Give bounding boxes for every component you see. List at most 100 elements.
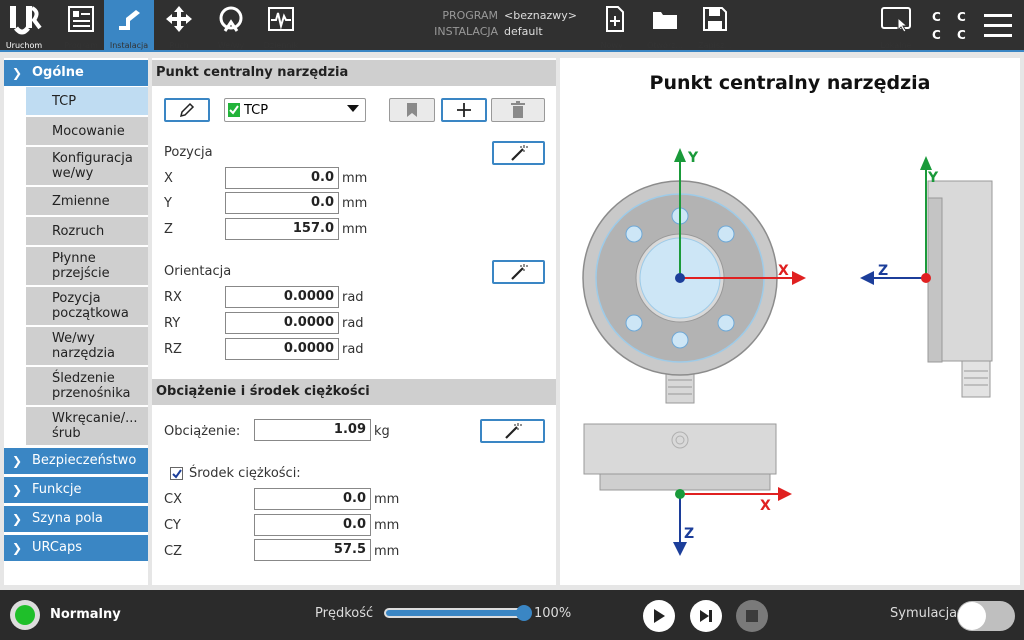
cz-unit: mm xyxy=(374,544,400,559)
nav-label-installation: Instalacja xyxy=(109,41,149,50)
rx-field[interactable]: 0.0000 xyxy=(225,286,339,308)
sidebar-item-label: Mocowanie xyxy=(52,123,125,139)
sidebar-item-conveyor-tracking[interactable]: Śledzenie przenośnika xyxy=(26,367,148,405)
open-file-label: Otwórz... xyxy=(647,41,683,50)
step-button[interactable] xyxy=(690,600,722,632)
speed-slider-handle[interactable] xyxy=(516,605,532,621)
nav-log[interactable]: Dziennik xyxy=(256,0,306,52)
local-control-icon xyxy=(881,7,911,33)
speed-label: Prędkość xyxy=(315,606,374,621)
local-control-button[interactable]: Lokalne xyxy=(870,0,922,52)
stop-icon xyxy=(746,610,758,622)
rename-tcp-button[interactable] xyxy=(164,98,210,122)
sidebar-item-features[interactable]: ❯ Funkcje xyxy=(4,477,148,503)
sidebar-item-variables[interactable]: Zmienne xyxy=(26,187,148,215)
robot-status-button[interactable] xyxy=(10,600,40,630)
speed-value: 100% xyxy=(534,606,572,621)
cy-field[interactable]: 0.0 xyxy=(254,514,371,536)
pos-z-field[interactable]: 157.0 xyxy=(225,218,339,240)
chevron-right-icon: ❯ xyxy=(12,454,23,468)
status-indicator-icon xyxy=(15,605,35,625)
sidebar-item-urcaps[interactable]: ❯ URCaps xyxy=(4,535,148,561)
nav-installation[interactable]: Instalacja xyxy=(104,0,154,52)
nav-move[interactable]: Ruch xyxy=(154,0,204,52)
cz-field[interactable]: 57.5 xyxy=(254,539,371,561)
rz-field[interactable]: 0.0000 xyxy=(225,338,339,360)
tcp-diagram-panel: Punkt centralny narzędzia Y X Y Z X Z xyxy=(560,58,1020,585)
flange-side-view xyxy=(927,180,993,398)
orientation-wizard-button[interactable] xyxy=(492,260,545,284)
tcp-select-dropdown[interactable]: TCP xyxy=(224,98,366,122)
side-y-label: Y xyxy=(927,170,939,186)
sidebar-item-label: Płynne przejście xyxy=(52,251,110,281)
nav-io[interactable]: We/wy xyxy=(206,0,256,52)
sidebar-item-label: Ogólne xyxy=(32,65,84,80)
sidebar-item-home[interactable]: Pozycja początkowa xyxy=(26,287,148,325)
payload-wizard-button[interactable] xyxy=(480,419,545,443)
sidebar-item-fieldbus[interactable]: ❯ Szyna pola xyxy=(4,506,148,532)
delete-tcp-button[interactable] xyxy=(491,98,545,122)
installation-key: INSTALACJA xyxy=(434,25,498,38)
sidebar-item-safety[interactable]: ❯ Bezpieczeństwo xyxy=(4,448,148,474)
payload-field[interactable]: 1.09 xyxy=(254,419,371,441)
payload-label: Obciążenie: xyxy=(164,424,241,439)
side-axes xyxy=(860,156,932,285)
pos-y-field[interactable]: 0.0 xyxy=(225,192,339,214)
save-file-label: Zapisz... xyxy=(698,41,732,50)
simulation-toggle-knob xyxy=(958,602,986,630)
play-button[interactable] xyxy=(643,600,675,632)
tcp-diagram: Y X Y Z X Z xyxy=(582,148,993,556)
open-file-button[interactable]: Otwórz... xyxy=(640,0,690,52)
save-file-button[interactable]: Zapisz... xyxy=(690,0,740,52)
ry-field[interactable]: 0.0000 xyxy=(225,312,339,334)
position-wizard-button[interactable] xyxy=(492,141,545,165)
pos-x-unit: mm xyxy=(342,171,368,186)
sidebar-item-label: We/wy narzędzia xyxy=(52,331,116,361)
ur-logo: Uruchom xyxy=(4,2,44,52)
hamburger-menu-button[interactable] xyxy=(982,12,1014,40)
new-file-button[interactable]: Nowy... xyxy=(590,0,640,52)
cz-label: CZ xyxy=(164,544,182,559)
sidebar-item-general[interactable]: ❯ Ogólne xyxy=(4,60,148,86)
top-axes xyxy=(673,487,792,556)
hamburger-menu-icon xyxy=(984,14,1012,37)
nav-program[interactable]: Program xyxy=(56,0,106,52)
sidebar-item-label: Pozycja początkowa xyxy=(52,291,129,321)
stop-button[interactable] xyxy=(736,600,768,632)
sidebar-item-tool-io[interactable]: We/wy narzędzia xyxy=(26,327,148,365)
nav-label-program: Program xyxy=(64,41,98,50)
simulation-toggle[interactable] xyxy=(957,601,1015,631)
chevron-right-icon: ❯ xyxy=(12,483,23,497)
sidebar-item-tcp[interactable]: TCP xyxy=(26,87,148,115)
front-x-label: X xyxy=(778,263,789,279)
sidebar-item-label: Zmienne xyxy=(52,193,110,209)
tcp-flag-icon xyxy=(228,103,240,117)
sidebar-item-io-setup[interactable]: Konfiguracja we/wy xyxy=(26,147,148,185)
new-file-label: Nowy... xyxy=(600,41,630,50)
cog-checkbox[interactable] xyxy=(170,467,183,480)
sidebar-item-startup[interactable]: Rozruch xyxy=(26,217,148,245)
speed-slider[interactable] xyxy=(384,605,532,621)
cx-field[interactable]: 0.0 xyxy=(254,488,371,510)
sidebar-item-screwdriving[interactable]: Wkręcanie/... śrub xyxy=(26,407,148,445)
pos-x-field[interactable]: 0.0 xyxy=(225,167,339,189)
speed-slider-fill xyxy=(386,610,524,616)
pos-z-unit: mm xyxy=(342,222,368,237)
cx-unit: mm xyxy=(374,492,400,507)
step-icon xyxy=(700,610,712,622)
tcp-select-value: TCP xyxy=(244,102,269,118)
flange-top-view xyxy=(583,423,777,491)
local-label: Lokalne xyxy=(880,41,912,50)
sidebar-item-label: Konfiguracja we/wy xyxy=(52,151,133,181)
program-icon xyxy=(68,6,94,32)
sidebar-item-smooth-transition[interactable]: Płynne przejście xyxy=(26,247,148,285)
trash-icon xyxy=(511,101,525,118)
sidebar-item-mounting[interactable]: Mocowanie xyxy=(26,117,148,145)
add-tcp-button[interactable] xyxy=(441,98,487,122)
program-info: PROGRAM <beznazwy> INSTALACJA default xyxy=(432,8,577,40)
sidebar-item-label: Funkcje xyxy=(32,482,82,497)
chevron-down-icon: ❯ xyxy=(12,66,23,80)
orientation-label: Orientacja xyxy=(164,264,232,279)
ry-label: RY xyxy=(164,316,181,331)
set-default-tcp-button[interactable] xyxy=(389,98,435,122)
